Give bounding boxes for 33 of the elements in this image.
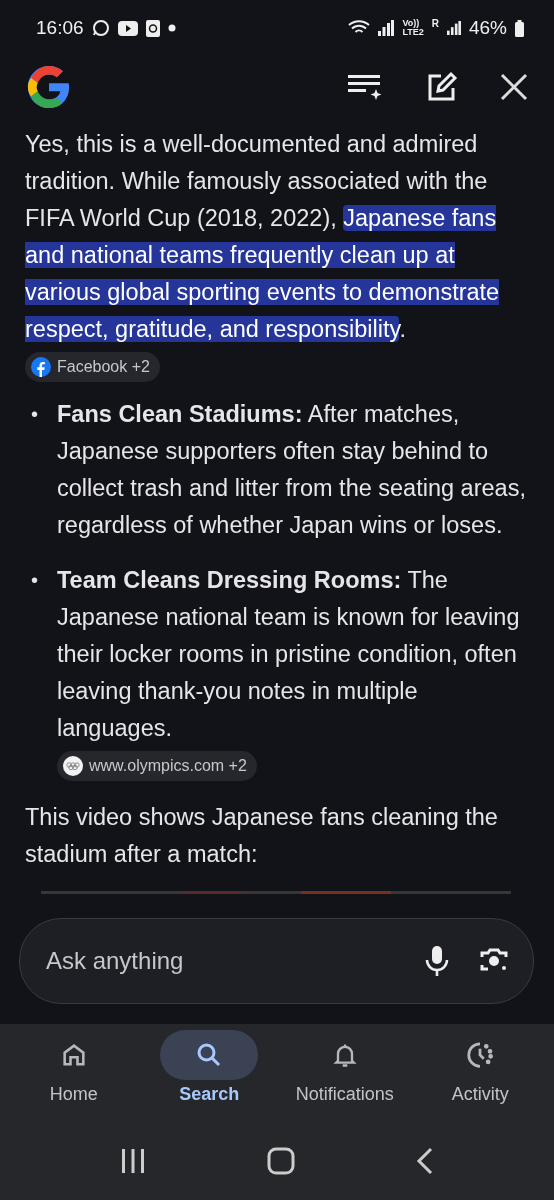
source-chip[interactable]: www.olympics.com +2	[57, 751, 257, 781]
source-chip[interactable]: Facebook +2	[25, 352, 160, 382]
signal-icon	[378, 20, 395, 36]
search-field[interactable]: Ask anything	[44, 946, 395, 976]
activity-icon	[465, 1040, 496, 1070]
roaming-label: R	[431, 18, 439, 29]
dot-icon	[167, 24, 176, 32]
video-caption: This video shows Japanese fans cleaning the stadium after a match:	[25, 803, 499, 869]
recent-apps-icon[interactable]	[120, 1148, 147, 1174]
facebook-icon	[31, 357, 51, 377]
nav-tab[interactable]: Notifications	[280, 1030, 409, 1130]
bullet-marker: •	[31, 568, 39, 593]
bullet-text: Fans Clean Stadiums: After matches, Japanese supporters often stay behind to collect trash and litter from the seating areas, regardless of whether Japan wins or loses.	[57, 401, 526, 538]
battery-level: 46%	[468, 17, 507, 39]
play-icon	[117, 20, 138, 36]
network-label: Vo)) LTE2	[402, 19, 424, 37]
rings-icon	[63, 756, 83, 776]
nav-tab[interactable]: Home	[9, 1030, 138, 1130]
google-logo-icon	[26, 64, 72, 110]
bullet-text: Team Cleans Dressing Rooms: The Japanese national team is known for leaving their locker rooms in pristine condition, often leaving thank-you notes in multiple languages.	[57, 567, 520, 741]
microphone-icon[interactable]	[425, 946, 449, 976]
bullet-marker: •	[31, 402, 39, 427]
edit-icon[interactable]	[426, 71, 458, 103]
home-button-icon[interactable]	[267, 1147, 295, 1175]
nav-tab[interactable]: Search	[145, 1030, 274, 1130]
back-icon[interactable]	[415, 1147, 434, 1175]
status-time: 16:06	[36, 17, 84, 39]
signal-icon	[446, 20, 461, 36]
nav-tab[interactable]: Activity	[416, 1030, 545, 1130]
chat-icon	[91, 19, 110, 37]
clock-icon	[145, 19, 160, 37]
battery-icon	[515, 19, 524, 37]
close-icon[interactable]	[500, 73, 528, 101]
